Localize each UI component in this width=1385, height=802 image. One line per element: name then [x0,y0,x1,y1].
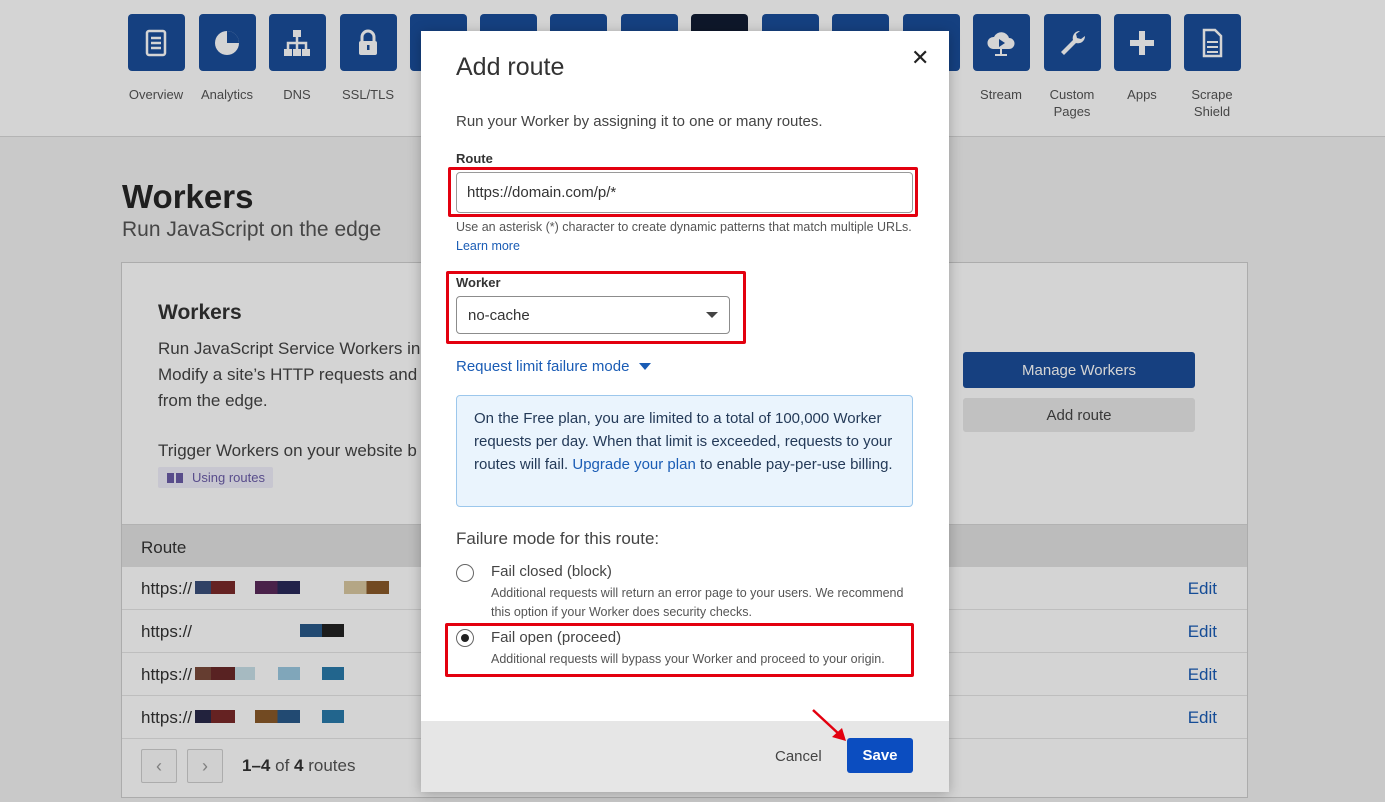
failure-mode-heading: Failure mode for this route: [456,529,660,548]
dialog-intro: Run your Worker by assigning it to one o… [456,113,823,130]
caret-down-icon [639,363,652,370]
worker-highlight-box [446,271,746,344]
notice-text-end: to enable pay-per-use billing. [699,456,893,473]
upgrade-plan-link[interactable]: Upgrade your plan [572,456,695,473]
fail-open-highlight-box [445,623,914,677]
request-limit-label: Request limit failure mode [456,358,630,375]
fail-closed-title[interactable]: Fail closed (block) [491,563,612,580]
add-route-dialog: Add route ✕ Run your Worker by assigning… [421,31,949,792]
fail-closed-description: Additional requests will return an error… [491,586,904,619]
free-plan-notice: On the Free plan, you are limited to a t… [456,395,913,507]
fail-closed-radio[interactable] [456,564,474,582]
save-button[interactable]: Save [847,738,913,773]
request-limit-toggle[interactable]: Request limit failure mode [456,358,652,375]
route-label: Route [456,151,493,166]
arrow-icon [812,709,846,741]
close-icon[interactable]: ✕ [911,45,929,71]
dialog-footer: Cancel Save [421,721,949,792]
learn-more-link[interactable]: Learn more [456,239,520,253]
route-highlight-box [448,167,918,217]
route-hint-text: Use an asterisk (*) character to create … [456,220,912,234]
dialog-title: Add route [456,53,565,81]
cancel-button[interactable]: Cancel [775,748,822,765]
route-hint: Use an asterisk (*) character to create … [456,218,916,256]
